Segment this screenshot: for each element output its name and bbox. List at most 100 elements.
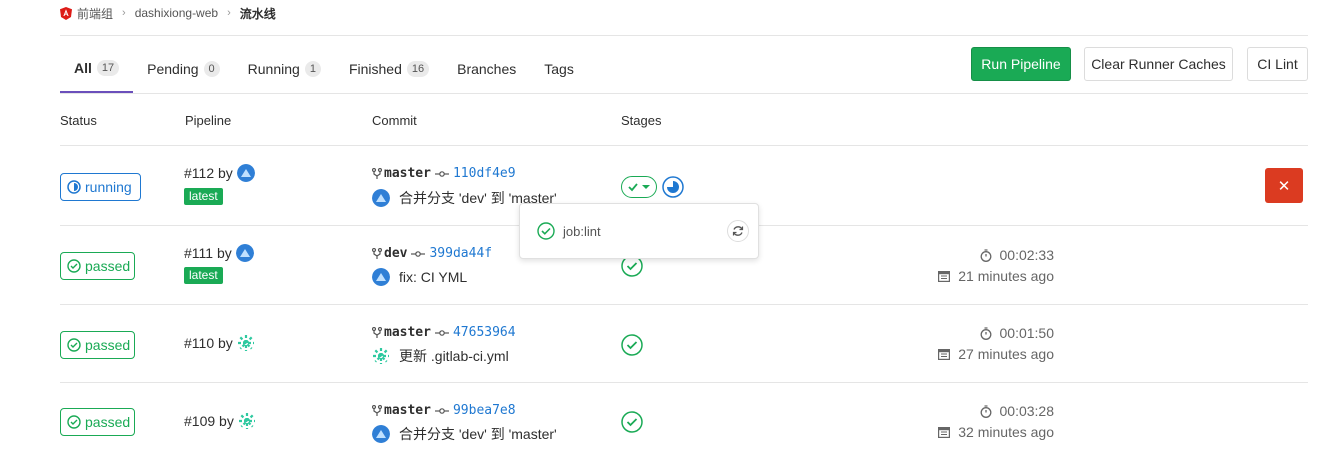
status-badge[interactable]: passed — [60, 252, 135, 280]
latest-badge: latest — [184, 188, 223, 205]
row-divider — [60, 304, 1308, 305]
retry-job-button[interactable] — [727, 220, 749, 242]
pipeline-id[interactable]: #111 by — [184, 244, 254, 262]
tab-pending[interactable]: Pending 0 — [133, 44, 234, 93]
pipeline-id[interactable]: #110 by — [184, 334, 255, 352]
column-header-status: Status — [60, 113, 97, 128]
chevron-right-icon: › — [122, 7, 126, 19]
avatar[interactable] — [236, 164, 255, 182]
branch-name[interactable]: dev — [384, 246, 407, 261]
retry-icon — [732, 226, 744, 236]
tab-label: Finished — [348, 60, 402, 77]
status-label: passed — [85, 414, 131, 430]
clear-runner-caches-button[interactable]: Clear Runner Caches — [1084, 47, 1233, 81]
commit-message: 更新 .gitlab-ci.yml — [372, 346, 509, 366]
check-circle-icon — [67, 259, 81, 273]
column-header-stages: Stages — [621, 113, 662, 128]
tab-count-badge: 1 — [304, 60, 321, 77]
branch-name[interactable]: master — [384, 325, 431, 340]
tab-all[interactable]: All 17 — [60, 44, 134, 93]
status-badge[interactable]: passed — [60, 331, 135, 359]
latest-badge: latest — [184, 267, 223, 284]
commit-ref: master 47653964 — [372, 325, 516, 340]
duration-text: 00:02:33 — [999, 247, 1055, 263]
pipeline-id[interactable]: #109 by — [184, 412, 256, 430]
commit-dot-icon — [411, 250, 426, 257]
tab-count-badge: 16 — [406, 60, 430, 77]
finished-time-text: 21 minutes ago — [958, 268, 1054, 284]
tab-tags[interactable]: Tags — [530, 44, 588, 93]
close-icon: ✕ — [1277, 177, 1291, 195]
stopwatch-icon — [980, 326, 991, 340]
stage-running-icon[interactable] — [662, 176, 684, 198]
commit-title[interactable]: fix: CI YML — [399, 269, 467, 285]
pipeline-finished-time: 32 minutes ago — [938, 424, 1054, 440]
duration-text: 00:01:50 — [999, 325, 1055, 341]
cancel-pipeline-button[interactable]: ✕ — [1265, 168, 1303, 203]
pipeline-duration: 00:01:50 — [980, 325, 1055, 341]
commit-title[interactable]: 合并分支 'dev' 到 'master' — [399, 424, 557, 444]
tab-count-badge: 0 — [203, 60, 220, 77]
commit-title[interactable]: 更新 .gitlab-ci.yml — [399, 346, 509, 366]
commit-message: fix: CI YML — [372, 268, 467, 286]
commit-dot-icon — [434, 170, 449, 177]
branch-name[interactable]: master — [384, 166, 431, 181]
avatar[interactable] — [372, 425, 390, 443]
commit-dot-icon — [434, 407, 449, 414]
pipeline-finished-time: 27 minutes ago — [938, 346, 1054, 362]
commit-sha[interactable]: 99bea7e8 — [453, 403, 516, 418]
branch-fork-icon — [372, 247, 382, 259]
breadcrumb-group-label[interactable]: 前端组 — [77, 5, 113, 22]
status-badge[interactable]: passed — [60, 408, 135, 436]
angular-logo-icon — [60, 6, 72, 20]
stage-passed-icon[interactable] — [621, 334, 643, 356]
divider — [60, 35, 1308, 36]
tab-label: Branches — [457, 60, 517, 77]
tab-branches[interactable]: Branches — [443, 44, 530, 93]
breadcrumb-project[interactable]: dashixiong-web — [135, 6, 218, 20]
avatar[interactable] — [237, 412, 256, 430]
tab-running[interactable]: Running 1 — [234, 44, 335, 93]
branch-fork-icon — [372, 326, 382, 338]
commit-ref: dev 399da44f — [372, 246, 492, 261]
tab-finished[interactable]: Finished 16 — [335, 44, 443, 93]
run-pipeline-button[interactable]: Run Pipeline — [971, 47, 1071, 81]
status-badge[interactable]: running — [60, 173, 141, 201]
calendar-icon — [938, 271, 951, 282]
pipeline-id-text: #109 by — [184, 413, 234, 429]
avatar[interactable] — [372, 189, 390, 207]
commit-ref: master 110df4e9 — [372, 166, 516, 181]
branch-fork-icon — [372, 404, 382, 416]
commit-sha[interactable]: 399da44f — [429, 246, 492, 261]
stopwatch-icon — [980, 404, 991, 418]
avatar[interactable] — [372, 347, 390, 365]
pipeline-duration: 00:02:33 — [980, 247, 1055, 263]
tab-label: Pending — [147, 60, 199, 77]
branch-name[interactable]: master — [384, 403, 431, 418]
breadcrumb-current-page[interactable]: 流水线 — [240, 5, 276, 22]
tab-count-badge: 17 — [96, 59, 120, 76]
branch-fork-icon — [372, 167, 382, 179]
stage-passed-icon[interactable] — [621, 411, 643, 433]
pipeline-duration: 00:03:28 — [980, 403, 1054, 419]
commit-sha[interactable]: 47653964 — [453, 325, 516, 340]
ci-lint-button[interactable]: CI Lint — [1247, 47, 1308, 81]
running-circle-icon — [67, 180, 81, 194]
breadcrumb: 前端组 › dashixiong-web › 流水线 — [60, 4, 276, 22]
job-link[interactable]: job:lint — [563, 224, 601, 239]
pipeline-id[interactable]: #112 by — [184, 164, 255, 182]
row-divider — [60, 145, 1308, 146]
pipeline-id-text: #111 by — [184, 245, 232, 261]
status-label: passed — [85, 337, 131, 353]
avatar[interactable] — [235, 244, 254, 262]
avatar[interactable] — [236, 334, 255, 352]
avatar[interactable] — [372, 268, 390, 286]
check-chevron-icon — [628, 183, 650, 192]
pipeline-id-text: #112 by — [184, 165, 233, 181]
check-circle-icon — [67, 415, 81, 429]
stage-dropdown-button[interactable] — [621, 176, 657, 198]
breadcrumb-group[interactable]: 前端组 — [60, 5, 113, 22]
row-divider — [60, 382, 1308, 383]
stopwatch-icon — [980, 248, 991, 262]
commit-sha[interactable]: 110df4e9 — [453, 166, 516, 181]
